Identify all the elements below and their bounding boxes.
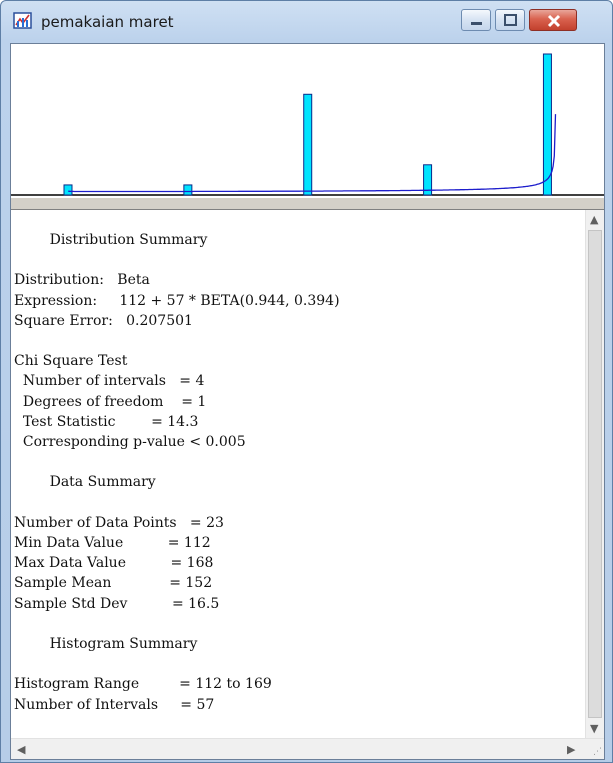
histogram-bar (303, 93, 313, 196)
summary-line: Distribution: Beta (14, 272, 150, 289)
client-area: Distribution Summary Distribution: Beta Ex… (10, 43, 605, 760)
maximize-icon (504, 14, 517, 26)
summary-line: Number of Intervals = 57 (14, 696, 215, 713)
histogram-bar (183, 184, 193, 196)
pane-splitter[interactable] (11, 197, 604, 210)
summary-line: Sample Mean = 152 (14, 575, 213, 592)
summary-line: Histogram Summary (14, 636, 198, 652)
vertical-scrollbar[interactable]: ▲ ▼ (585, 210, 604, 738)
summary-line: Degrees of freedom = 1 (14, 393, 207, 410)
summary-line: Number of Data Points = 23 (14, 514, 224, 531)
summary-line: Number of intervals = 4 (14, 373, 205, 390)
horizontal-scrollbar[interactable]: ◀ ▶ ⋰ (11, 738, 604, 759)
maximize-button[interactable] (495, 9, 525, 31)
summary-line: Square Error: 0.207501 (14, 312, 193, 329)
summary-line: Max Data Value = 168 (14, 555, 214, 572)
summary-line: Data Summary (14, 474, 156, 491)
summary-line: Expression: 112 + 57 * BETA(0.944, 0.394… (14, 292, 340, 309)
scroll-down-icon[interactable]: ▼ (590, 722, 598, 735)
summary-line: Distribution Summary (14, 232, 208, 248)
histogram-bar (63, 184, 73, 196)
scroll-left-icon[interactable]: ◀ (17, 743, 25, 756)
window-title: pemakaian maret (41, 13, 174, 31)
minimize-button[interactable] (461, 9, 491, 31)
summary-line: Histogram Range = 112 to 169 (14, 676, 272, 693)
summary-line: Chi Square Test (14, 353, 128, 370)
minimize-icon (471, 22, 482, 25)
resize-grip-icon[interactable]: ⋰ (593, 747, 602, 757)
scroll-up-icon[interactable]: ▲ (590, 213, 598, 226)
summary-text-pane[interactable]: Distribution Summary Distribution: Beta Ex… (11, 210, 604, 738)
title-bar[interactable]: pemakaian maret (1, 1, 612, 43)
close-button[interactable] (529, 9, 577, 31)
summary-line: Sample Std Dev = 16.5 (14, 595, 220, 612)
summary-line: Corresponding p-value < 0.005 (14, 434, 246, 450)
window: pemakaian maret Distribution Summary Dist… (0, 0, 613, 763)
close-icon (547, 14, 561, 28)
summary-line: Min Data Value = 112 (14, 535, 211, 551)
chart-app-icon (13, 12, 32, 29)
histogram-chart (11, 53, 604, 196)
vertical-scroll-thumb[interactable] (588, 230, 602, 718)
scroll-right-icon[interactable]: ▶ (567, 743, 575, 756)
summary-line: Test Statistic = 14.3 (14, 413, 199, 430)
histogram-pane (11, 44, 604, 197)
